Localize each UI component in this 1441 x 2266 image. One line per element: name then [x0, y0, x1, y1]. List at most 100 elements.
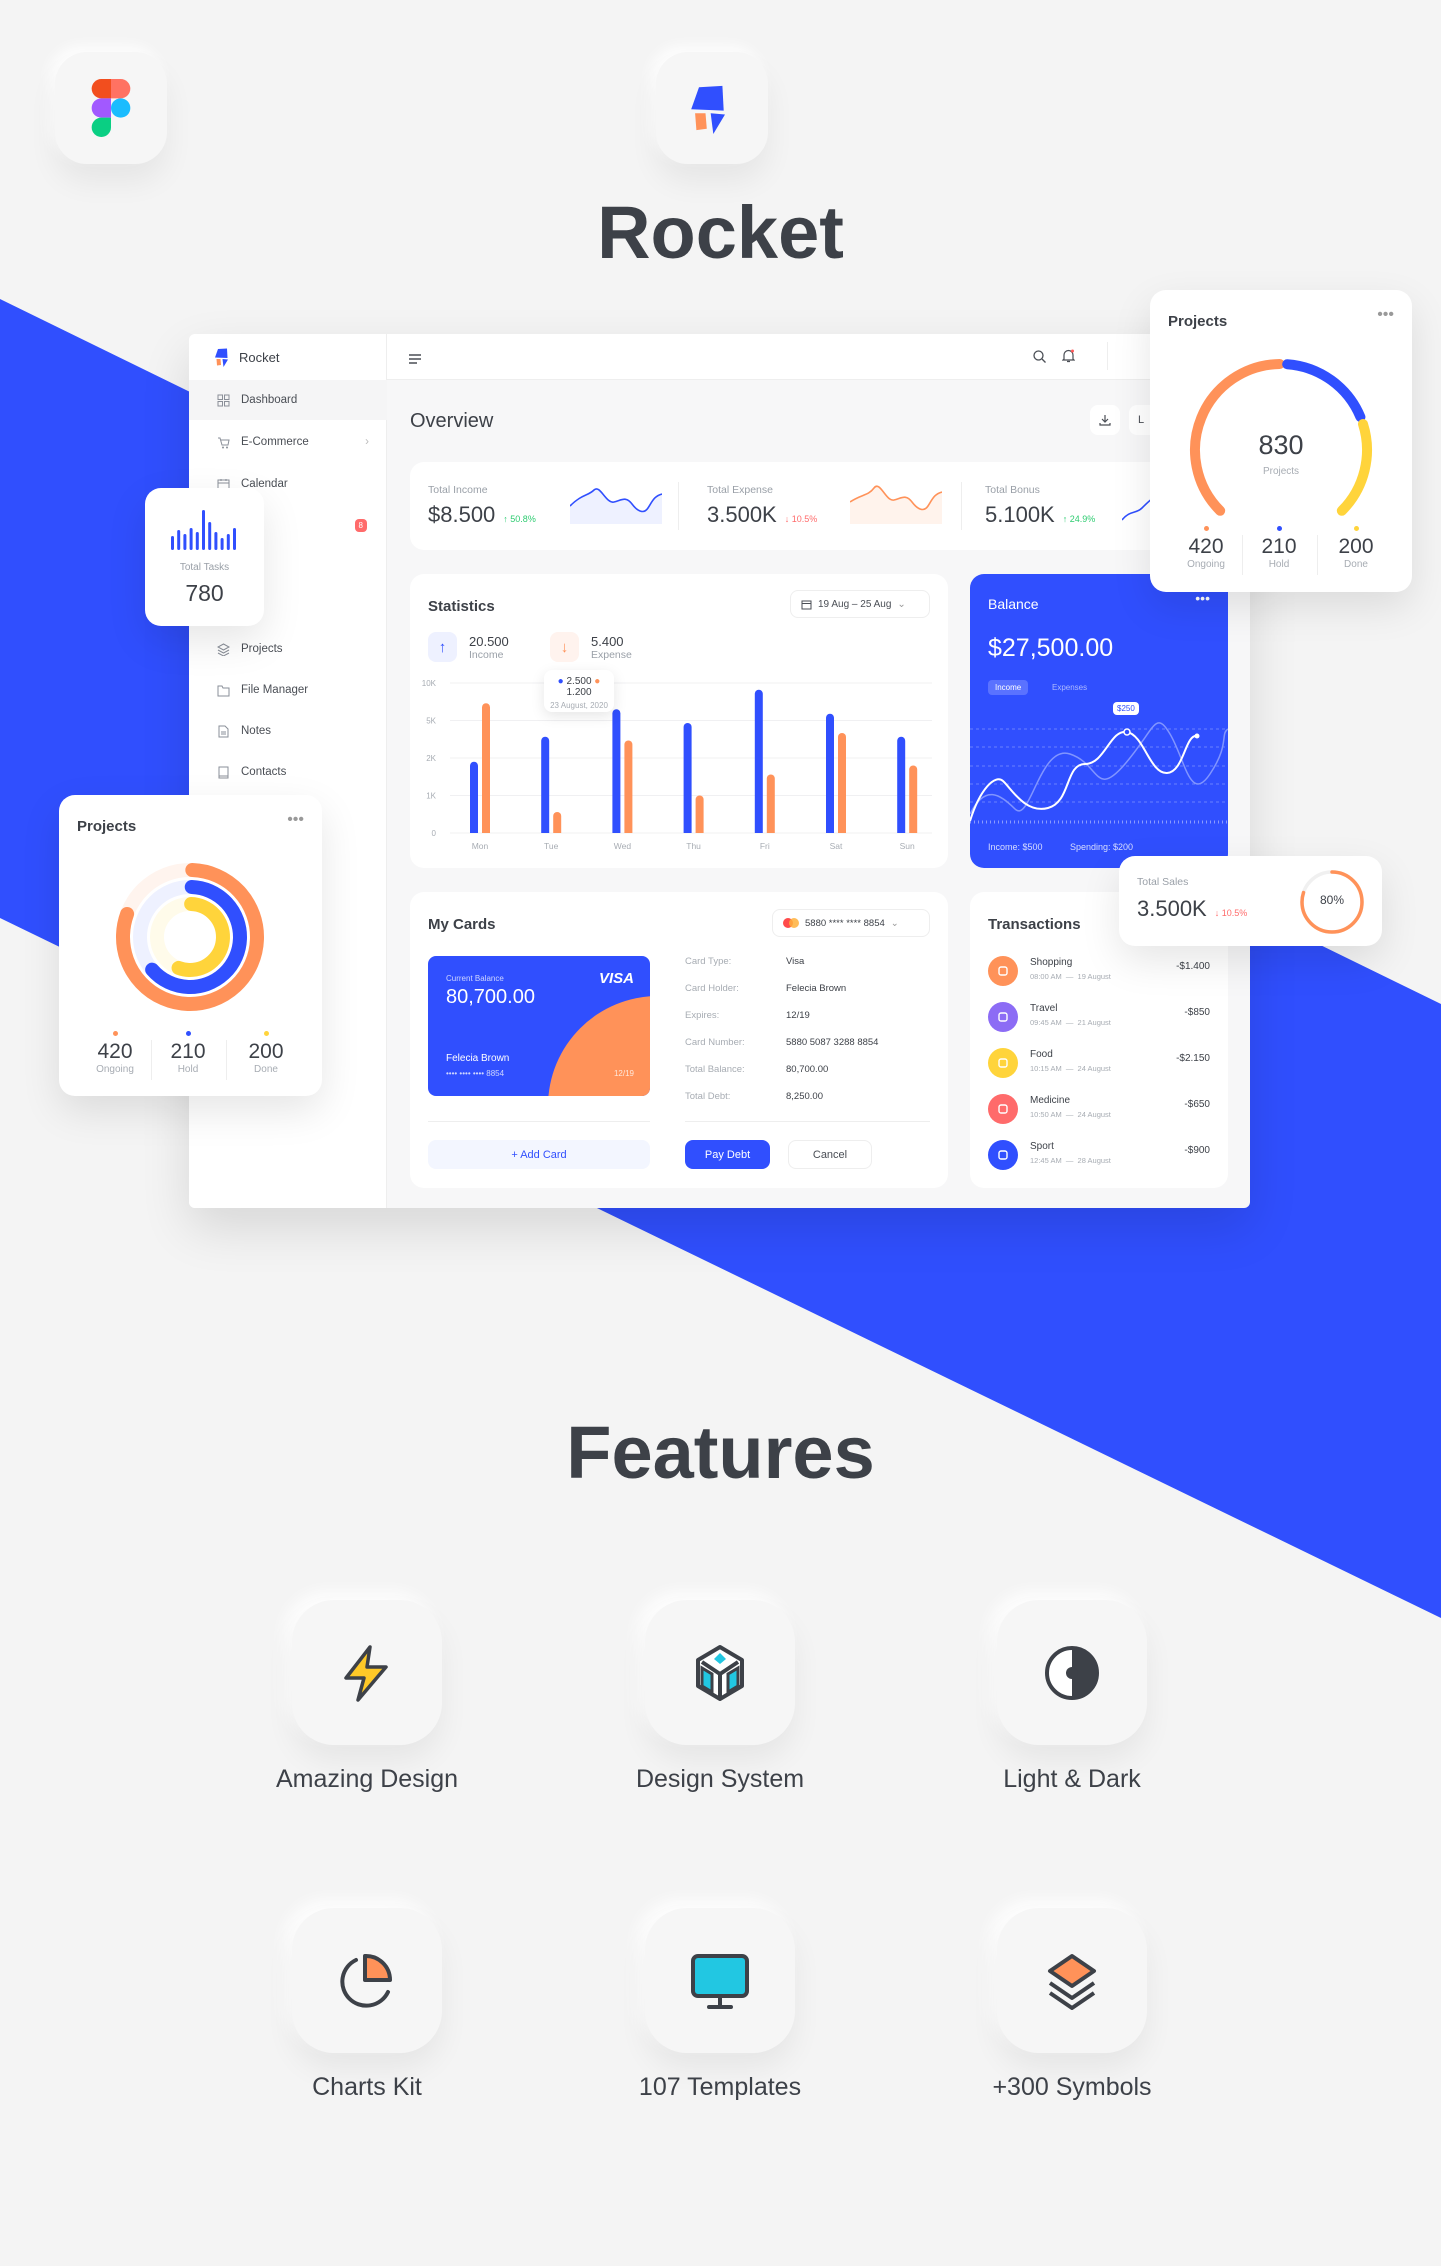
expense-bar[interactable]	[766, 774, 775, 834]
x-tick-label: Fri	[760, 841, 770, 851]
feature-label: Charts Kit	[312, 2073, 422, 2101]
marker-label: $250	[1113, 702, 1139, 715]
transaction-row[interactable]: Sport 12:45 AM — 28 August -$900	[988, 1140, 1210, 1170]
grid-icon	[217, 394, 230, 407]
income-bar[interactable]	[754, 689, 763, 833]
transaction-amount: -$650	[1184, 1099, 1210, 1110]
divider	[678, 482, 679, 530]
task-bar	[189, 528, 193, 550]
brand[interactable]: Rocket	[213, 346, 279, 368]
x-tick-label: Sun	[900, 841, 915, 851]
task-bar	[183, 534, 187, 550]
transaction-row[interactable]: Travel 09:45 AM — 21 August -$850	[988, 1002, 1210, 1032]
total-sales-label: Total Sales	[1137, 876, 1189, 888]
feature-label: 107 Templates	[638, 2073, 802, 2101]
sidebar-item-projects[interactable]: Projects	[189, 629, 387, 669]
card-expiry: 12/19	[613, 1069, 634, 1078]
download-icon	[1099, 415, 1111, 426]
cancel-button[interactable]: Cancel	[788, 1140, 872, 1169]
transaction-amount: -$2.150	[1176, 1053, 1210, 1064]
heart-icon	[988, 1094, 1018, 1124]
card-balance-label: Current Balance	[446, 974, 504, 983]
download-button[interactable]	[1090, 405, 1120, 435]
income-bar[interactable]	[470, 761, 478, 833]
expense-bar[interactable]	[695, 795, 704, 834]
card-selector[interactable]: 5880 **** **** 8854 ⌄	[772, 909, 930, 937]
rocket-app-icon	[656, 52, 768, 164]
detail-value: 8,250.00	[786, 1091, 823, 1102]
header-divider	[1107, 342, 1108, 370]
sidebar-item-file-manager[interactable]: File Manager	[189, 670, 387, 710]
feature-label: +300 Symbols	[992, 2073, 1152, 2101]
transaction-row[interactable]: Medicine 10:50 AM — 24 August -$650	[988, 1094, 1210, 1124]
sidebar-item-dashboard[interactable]: Dashboard	[189, 380, 387, 420]
figma-app-icon	[55, 52, 167, 164]
total-sales-card: Total Sales 3.500K ↓ 10.5% 80%	[1119, 856, 1382, 946]
sidebar-item-ecommerce[interactable]: E-Commerce ›	[189, 422, 387, 462]
rocket-logo-icon	[215, 348, 228, 367]
feature-charts-kit	[292, 1908, 442, 2053]
detail-label: Total Debt:	[685, 1091, 731, 1102]
task-bar	[208, 522, 212, 550]
expense-sparkline	[850, 485, 942, 524]
contrast-icon	[1045, 1645, 1099, 1700]
figma-logo-icon	[91, 79, 131, 137]
projects-donut-card: Projects ••• 420 Ongoing 210 Hold 200 Done	[59, 795, 322, 1096]
pie-chart-icon	[340, 1953, 393, 2008]
task-bar	[177, 530, 181, 550]
rocket-logo-icon	[691, 85, 725, 134]
summary-label: Total Bonus	[985, 484, 1040, 496]
transaction-name: Medicine	[1030, 1095, 1071, 1106]
detail-value: 80,700.00	[786, 1064, 829, 1075]
income-bar[interactable]	[541, 736, 550, 833]
detail-label: Expires:	[685, 1010, 720, 1021]
x-tick-label: Mon	[472, 841, 489, 851]
card-number: •••• •••• •••• 8854	[446, 1069, 505, 1078]
transaction-row[interactable]: Shopping 08:00 AM — 19 August -$1.400	[988, 956, 1210, 986]
expense-bar[interactable]	[838, 733, 846, 833]
pay-debt-button[interactable]: Pay Debt	[685, 1140, 770, 1169]
brand-name: Rocket	[239, 349, 280, 365]
detail-value: Visa	[786, 956, 805, 967]
cube-icon	[696, 1644, 744, 1701]
income-bar[interactable]	[897, 736, 906, 833]
summary-bonus: Total Bonus 5.100K ↑ 24.9%	[985, 484, 1095, 528]
summary-change: ↓ 10.5%	[784, 514, 818, 524]
sidebar-item-contacts[interactable]: Contacts	[189, 752, 387, 792]
cart-icon	[988, 1048, 1018, 1078]
search-icon[interactable]	[1033, 350, 1046, 368]
card-decoration	[548, 996, 650, 1096]
transaction-row[interactable]: Food 10:15 AM — 24 August -$2.150	[988, 1048, 1210, 1078]
income-bar[interactable]	[683, 723, 692, 833]
expense-bar[interactable]	[909, 765, 918, 834]
transaction-amount: -$1.400	[1176, 961, 1210, 972]
expense-bar[interactable]	[553, 812, 562, 833]
y-tick-label: 2K	[426, 754, 436, 763]
income-bar[interactable]	[826, 713, 834, 833]
sidebar-item-notes[interactable]: Notes	[189, 711, 387, 751]
balance-line-chart	[970, 722, 1228, 824]
top-header	[387, 334, 1250, 380]
transaction-time: 09:45 AM — 21 August	[1030, 1018, 1111, 1027]
balance-income: Income: $500	[988, 842, 1043, 852]
expense-bar[interactable]	[624, 740, 633, 834]
feature-design-system	[645, 1600, 795, 1745]
feature-label: Light & Dark	[1003, 1765, 1141, 1793]
y-tick-label: 1K	[426, 792, 436, 801]
task-bar	[202, 510, 205, 550]
selected-card: 5880 **** **** 8854	[805, 917, 885, 929]
chevron-right-icon: ›	[365, 436, 369, 448]
bell-icon[interactable]	[1061, 349, 1076, 368]
tooltip-income: 2.500	[566, 676, 592, 687]
statistics-bar-chart: 10K 5K 2K 1K 0 Mon Tue Wed Thu Fri Sat Sun	[422, 679, 932, 851]
credit-card[interactable]: Current Balance 80,700.00 VISA Felecia B…	[428, 956, 650, 1096]
notification-badge: 8	[354, 518, 367, 532]
menu-icon[interactable]	[409, 351, 421, 369]
expense-bar[interactable]	[482, 703, 490, 833]
total-tasks-value: 780	[185, 580, 224, 606]
stat-ongoing: 420 Ongoing	[80, 1031, 150, 1075]
add-card-button[interactable]: + Add Card	[428, 1140, 650, 1169]
sidebar-item-label: Dashboard	[241, 394, 298, 406]
income-bar[interactable]	[612, 709, 621, 833]
summary-expense: Total Expense 3.500K ↓ 10.5%	[707, 484, 817, 528]
